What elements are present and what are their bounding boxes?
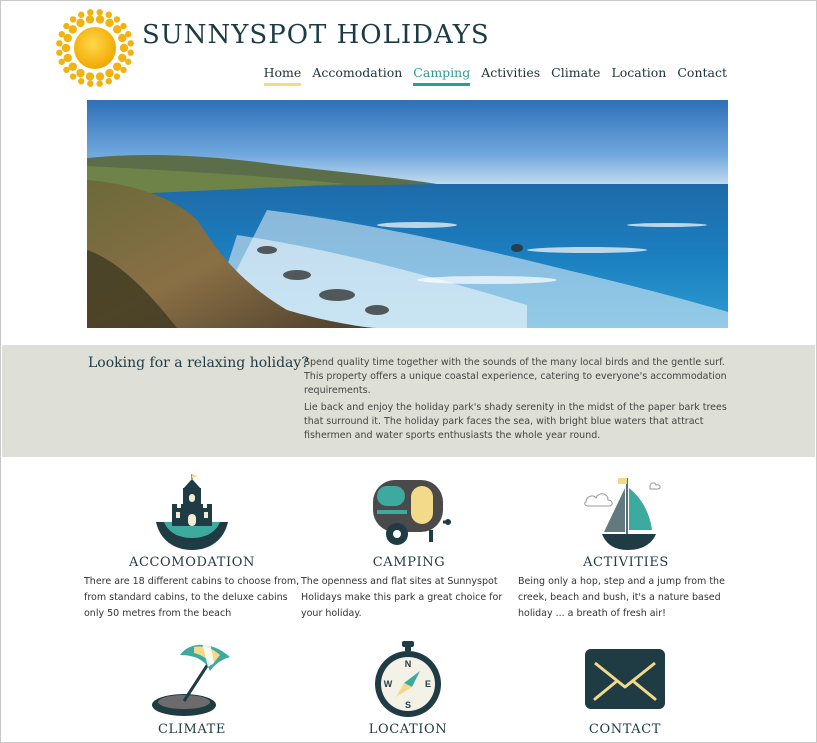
card-title-contact[interactable]: CONTACT	[517, 722, 733, 737]
sailboat-icon	[584, 478, 661, 550]
sun-ray-dot	[125, 58, 132, 65]
nav-home[interactable]: Home	[263, 65, 301, 86]
sun-ray-dot	[78, 78, 85, 85]
sun-ray-dot	[118, 33, 127, 43]
card-title-camping[interactable]: CAMPING	[301, 555, 517, 570]
sun-ray-dot	[95, 15, 105, 24]
card-accomodation[interactable]: ACCOMODATION There are 18 different cabi…	[84, 474, 300, 622]
nav-location[interactable]: Location	[611, 65, 666, 86]
sun-ray-dot	[105, 11, 112, 18]
sun-ray-dot	[125, 31, 132, 38]
sun-ray-dot	[63, 22, 70, 30]
sun-ray-dot	[113, 62, 122, 71]
sun-ray-dot	[56, 49, 63, 56]
card-camping[interactable]: CAMPING The openness and flat sites at S…	[301, 474, 517, 622]
card-title-activities[interactable]: ACTIVITIES	[518, 555, 734, 570]
intro-paragraph-2: Lie back and enjoy the holiday park's sh…	[304, 402, 727, 441]
card-text-camping: The openness and flat sites at Sunnyspot…	[301, 576, 503, 619]
envelope-icon	[585, 649, 665, 709]
sun-ray-dot	[96, 9, 103, 16]
sun-ray-dot	[119, 43, 129, 53]
castle-icon	[156, 474, 228, 550]
compass-w-label: W	[384, 679, 393, 689]
sun-ray-dot	[78, 11, 85, 18]
sun-ray-dot	[69, 73, 77, 80]
card-climate[interactable]: CLIMATE	[84, 641, 300, 737]
sun-ray-dot	[127, 49, 134, 56]
sun-ray-dot	[63, 66, 70, 74]
sun-logo-icon[interactable]	[55, 8, 135, 88]
sun-ray-dot	[63, 53, 72, 63]
sun-ray-dot	[87, 80, 94, 87]
card-text-activities: Being only a hop, step and a jump from t…	[518, 576, 725, 619]
sun-ray-dot	[113, 25, 122, 34]
card-title-climate[interactable]: CLIMATE	[84, 722, 300, 737]
sun-ray-dot	[58, 31, 65, 38]
card-contact[interactable]: CONTACT	[517, 641, 733, 737]
sun-ray-dot	[113, 16, 121, 23]
sun-ray-dot	[105, 78, 112, 85]
card-activities[interactable]: ACTIVITIES Being only a hop, step and a …	[518, 474, 734, 622]
sun-ray-dot	[68, 25, 77, 34]
sun-ray-dot	[85, 72, 95, 81]
sun-ray-dot	[120, 66, 127, 74]
sun-ray-dot	[127, 40, 134, 47]
nav-accomodation[interactable]: Accomodation	[312, 65, 402, 86]
sun-ray-dot	[105, 68, 114, 78]
sun-ray-dot	[68, 62, 77, 71]
sun-ray-dot	[61, 43, 71, 53]
sun-ray-dot	[105, 18, 114, 28]
sun-ray-dot	[85, 15, 95, 24]
sun-ray-dot	[58, 58, 65, 65]
sun-ray-dot	[113, 73, 121, 80]
nav-contact[interactable]: Contact	[677, 65, 727, 86]
nav-camping[interactable]: Camping	[413, 65, 470, 86]
main-nav: Home Accomodation Camping Activities Cli…	[263, 65, 727, 86]
card-title-location[interactable]: LOCATION	[300, 722, 516, 737]
nav-climate[interactable]: Climate	[551, 65, 600, 86]
sun-ray-dot	[87, 9, 94, 16]
caravan-icon	[373, 480, 451, 545]
card-title-accomodation[interactable]: ACCOMODATION	[84, 555, 300, 570]
beach-umbrella-icon	[152, 642, 230, 716]
compass-s-label: S	[405, 700, 411, 710]
sun-ray-dot	[120, 22, 127, 30]
compass-icon: N S E W	[375, 641, 441, 717]
nav-activities[interactable]: Activities	[481, 65, 540, 86]
site-title[interactable]: SUNNYSPOT HOLIDAYS	[142, 20, 490, 50]
card-location[interactable]: N S E W LOCATION	[300, 641, 516, 737]
card-text-accomodation: There are 18 different cabins to choose …	[84, 576, 300, 619]
intro-heading: Looking for a relaxing holiday?	[88, 355, 309, 371]
sun-ray-dot	[69, 16, 77, 23]
sun-ray-dot	[76, 68, 85, 78]
hero-coastline-image	[87, 100, 728, 328]
sun-ray-dot	[63, 33, 72, 43]
compass-n-label: N	[405, 659, 412, 669]
sun-ray-dot	[56, 40, 63, 47]
sun-ray-dot	[118, 53, 127, 63]
sun-ray-dot	[76, 18, 85, 28]
intro-text: Spend quality time together with the sou…	[304, 356, 729, 446]
compass-e-label: E	[425, 679, 431, 689]
intro-paragraph-1: Spend quality time together with the sou…	[304, 357, 727, 396]
sun-ray-dot	[96, 80, 103, 87]
sun-ray-dot	[95, 72, 105, 81]
